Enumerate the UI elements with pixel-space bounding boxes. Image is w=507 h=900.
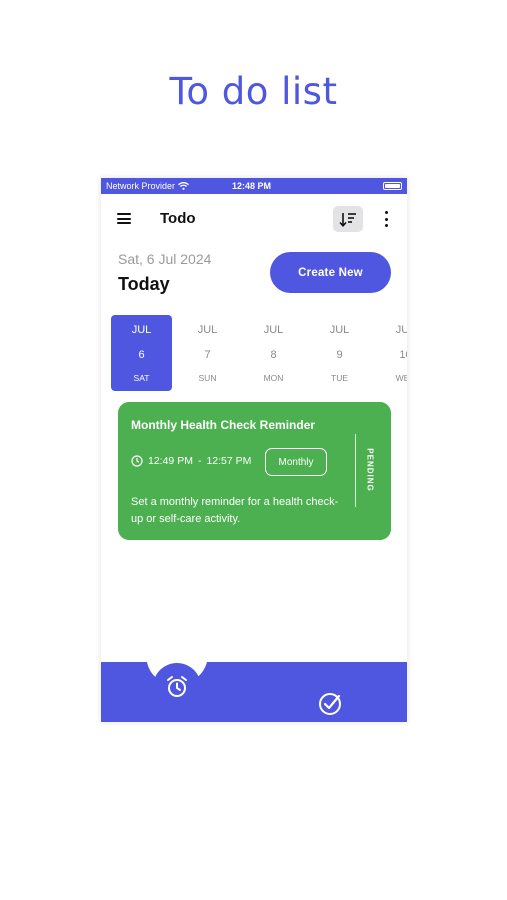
- bottom-nav-bar: [101, 662, 407, 722]
- task-card[interactable]: Monthly Health Check Reminder 12:49 PM -…: [118, 402, 391, 540]
- carrier-name: Network Provider: [106, 181, 176, 191]
- date-month: JUL: [263, 324, 284, 336]
- date-item-mon-8[interactable]: JUL 8 MON: [243, 315, 304, 391]
- date-item-sat-6[interactable]: JUL 6 SAT: [111, 315, 172, 391]
- date-day: 6: [138, 349, 145, 361]
- task-time-separator: -: [197, 455, 202, 467]
- task-start-time: 12:49 PM: [148, 455, 193, 467]
- date-weekday: SAT: [133, 373, 150, 383]
- app-title: Todo: [160, 210, 196, 227]
- date-month: JUL: [131, 324, 152, 336]
- task-divider: [355, 434, 356, 507]
- date-day: 10: [399, 349, 407, 361]
- task-time-row: 12:49 PM - 12:57 PM: [131, 455, 251, 467]
- sort-button[interactable]: [333, 206, 363, 232]
- task-title: Monthly Health Check Reminder: [131, 418, 316, 432]
- alarm-nav-button[interactable]: [153, 663, 201, 711]
- date-month: JUL: [329, 324, 350, 336]
- phone-screen: Network Provider 12:48 PM Todo Sat, 6 Ju…: [101, 178, 407, 722]
- date-item-tue-9[interactable]: JUL 9 TUE: [309, 315, 370, 391]
- completed-nav-button[interactable]: [318, 692, 342, 716]
- date-month: JUL: [395, 324, 407, 336]
- task-end-time: 12:57 PM: [206, 455, 252, 467]
- app-bar: Todo: [101, 200, 407, 240]
- date-weekday: WED: [395, 373, 407, 383]
- status-time: 12:48 PM: [232, 181, 272, 191]
- status-bar: Network Provider 12:48 PM: [101, 178, 407, 194]
- date-weekday: SUN: [198, 373, 217, 383]
- today-label: Today: [118, 274, 170, 294]
- current-date: Sat, 6 Jul 2024: [118, 251, 212, 267]
- more-vertical-icon[interactable]: [384, 211, 388, 227]
- check-circle-icon: [319, 693, 341, 715]
- hamburger-menu-icon[interactable]: [117, 213, 131, 224]
- date-month: JUL: [197, 324, 218, 336]
- sort-icon: [339, 212, 356, 227]
- frequency-badge: Monthly: [265, 448, 327, 476]
- task-description: Set a monthly reminder for a health chec…: [131, 496, 339, 525]
- date-weekday: MON: [263, 373, 284, 383]
- status-carrier-group: Network Provider: [106, 181, 189, 191]
- date-item-sun-7[interactable]: JUL 7 SUN: [177, 315, 238, 391]
- date-day: 9: [336, 349, 343, 361]
- date-item-wed-10[interactable]: JUL 10 WED: [375, 315, 407, 391]
- date-day: 7: [204, 349, 211, 361]
- page-heading: To do list: [169, 70, 338, 113]
- wifi-icon: [178, 182, 189, 190]
- date-day: 8: [270, 349, 277, 361]
- clock-icon: [131, 455, 143, 467]
- alarm-clock-icon: [167, 676, 187, 697]
- create-new-button[interactable]: Create New: [270, 252, 391, 293]
- task-status: PENDING: [365, 448, 375, 492]
- date-weekday: TUE: [331, 373, 348, 383]
- date-strip: JUL 6 SAT JUL 7 SUN JUL 8 MON JUL 9 TUE …: [101, 315, 407, 392]
- battery-icon: [383, 182, 402, 190]
